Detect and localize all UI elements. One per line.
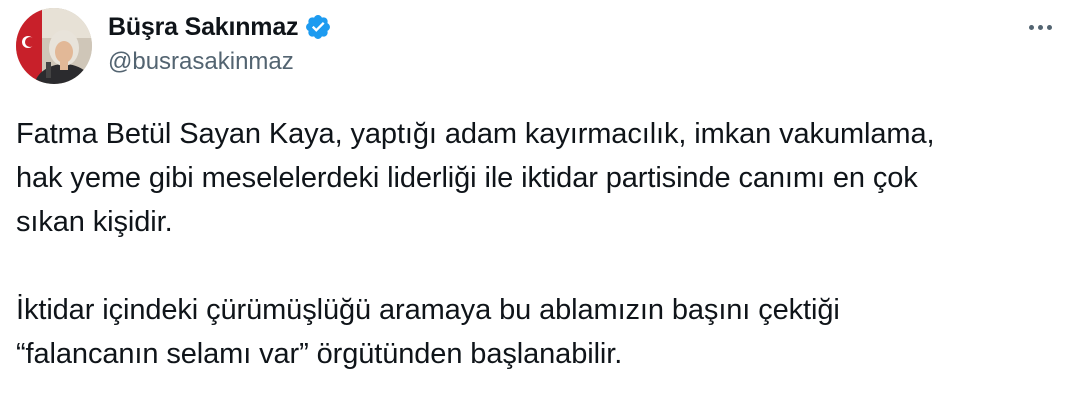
author-name-row: Büşra Sakınmaz	[108, 10, 332, 44]
tweet-card: Büşra Sakınmaz @busrasakinmaz Fatma Betü…	[0, 0, 1080, 402]
ellipsis-dot	[1037, 24, 1043, 30]
tweet-paragraph: İktidar içindeki çürümüşlüğü aramaya bu …	[16, 294, 840, 370]
avatar[interactable]	[16, 8, 92, 84]
author-handle[interactable]: @busrasakinmaz	[108, 48, 294, 76]
ellipsis-horizontal-icon	[1028, 24, 1034, 30]
verified-badge-icon[interactable]	[304, 13, 332, 41]
tweet-text: Fatma Betül Sayan Kaya, yaptığı adam kay…	[16, 112, 1066, 376]
ellipsis-dot	[1046, 24, 1052, 30]
tweet-paragraph: Fatma Betül Sayan Kaya, yaptığı adam kay…	[16, 118, 935, 238]
more-options-button[interactable]	[1022, 12, 1058, 42]
profile-photo-icon	[16, 8, 92, 84]
author-display-name[interactable]: Büşra Sakınmaz	[108, 13, 299, 42]
